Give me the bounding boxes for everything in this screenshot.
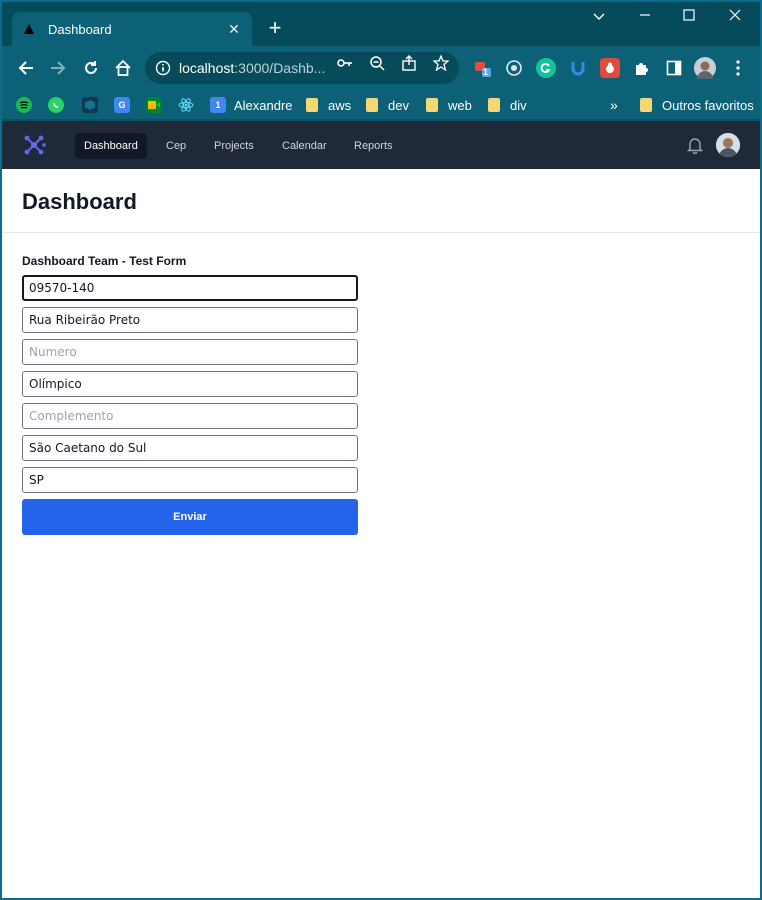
folder-icon <box>366 98 378 112</box>
react-icon <box>178 97 194 113</box>
zoom-icon[interactable] <box>368 54 386 72</box>
url-host: localhost <box>179 60 235 76</box>
folder-icon <box>640 98 652 112</box>
state-input[interactable] <box>22 467 358 493</box>
bug-extension-icon[interactable] <box>600 58 620 78</box>
bookmark-label: aws <box>328 97 352 113</box>
google-meet-icon <box>146 97 162 113</box>
page-viewport: Dashboard Cep Projects Calendar Reports … <box>2 121 760 898</box>
street-input[interactable] <box>22 307 358 333</box>
triangle-favicon-icon <box>22 22 36 36</box>
nav-calendar[interactable]: Calendar <box>273 133 336 159</box>
target-extension-icon[interactable] <box>504 58 524 78</box>
bookmark-meet[interactable] <box>146 95 170 115</box>
key-icon[interactable] <box>336 54 354 72</box>
tab-bar: Dashboard ✕ + <box>2 2 760 46</box>
grammarly-icon[interactable] <box>536 58 556 78</box>
nav-reports[interactable]: Reports <box>345 133 402 159</box>
cep-input[interactable] <box>22 275 358 301</box>
bookmarks-overflow-button[interactable]: » <box>610 95 618 115</box>
page-title: Dashboard <box>22 189 137 214</box>
bookmarks-bar: G 1 Alexandre aws dev web div » Outros f… <box>2 90 760 120</box>
nav-cep[interactable]: Cep <box>157 133 195 159</box>
folder-icon <box>488 98 500 112</box>
notifications-bell-icon[interactable] <box>686 136 704 155</box>
bookmark-react[interactable] <box>178 95 202 115</box>
side-panel-icon[interactable] <box>664 58 684 78</box>
bookmark-star-icon[interactable] <box>432 54 450 72</box>
profile-avatar-icon[interactable] <box>694 57 716 79</box>
bookmark-alexandre[interactable]: 1 Alexandre <box>210 95 293 115</box>
tab-title: Dashboard <box>48 21 112 37</box>
url-path: :3000/Dashb... <box>234 60 326 76</box>
bookmark-folder-web[interactable]: web <box>426 95 472 115</box>
extension-badge-count: 1 <box>483 67 489 77</box>
new-tab-icon[interactable]: + <box>264 16 286 40</box>
browser-window: Dashboard ✕ + localhost:3000/Dashb... 1… <box>0 0 762 900</box>
submit-button[interactable]: Enviar <box>22 499 358 535</box>
bookmark-folder-div[interactable]: div <box>488 95 527 115</box>
share-icon[interactable] <box>400 54 418 72</box>
nav-dashboard[interactable]: Dashboard <box>75 133 147 159</box>
city-input[interactable] <box>22 435 358 461</box>
reload-icon[interactable] <box>79 56 103 80</box>
bookmark-label: Outros favoritos <box>662 97 754 113</box>
bookmark-folder-dev[interactable]: dev <box>366 95 409 115</box>
google-translate-icon: G <box>114 97 130 113</box>
bookmark-translate[interactable]: G <box>114 95 138 115</box>
form-title: Dashboard Team - Test Form <box>22 254 187 268</box>
bookmark-cube[interactable] <box>82 95 106 115</box>
maximize-icon[interactable] <box>674 8 704 24</box>
neighborhood-input[interactable] <box>22 371 358 397</box>
folder-icon <box>306 98 318 112</box>
puzzle-extensions-icon[interactable] <box>632 58 652 78</box>
calendar-icon: 1 <box>210 97 226 113</box>
user-avatar[interactable] <box>716 133 740 157</box>
complement-input[interactable] <box>22 403 358 429</box>
tab-close-icon[interactable]: ✕ <box>226 21 242 38</box>
number-input[interactable] <box>22 339 358 365</box>
bookmark-label: web <box>448 97 472 113</box>
whatsapp-icon <box>48 97 64 113</box>
site-info-icon[interactable] <box>155 60 171 76</box>
bookmark-folder-aws[interactable]: aws <box>306 95 351 115</box>
page-header: Dashboard <box>2 169 760 233</box>
cube-icon <box>82 97 98 113</box>
bookmark-whatsapp[interactable] <box>48 95 72 115</box>
tab-search-icon[interactable] <box>584 8 614 24</box>
bookmark-spotify[interactable] <box>16 95 40 115</box>
forward-icon[interactable] <box>46 56 70 80</box>
app-logo-icon[interactable] <box>22 133 46 157</box>
bookmark-label: Alexandre <box>234 97 293 113</box>
close-window-icon[interactable] <box>720 8 750 24</box>
spotify-icon <box>16 97 32 113</box>
folder-icon <box>426 98 438 112</box>
home-icon[interactable] <box>111 56 135 80</box>
bookmark-folder-others[interactable]: Outros favoritos <box>640 95 754 115</box>
back-icon[interactable] <box>14 56 38 80</box>
nav-projects[interactable]: Projects <box>205 133 263 159</box>
app-navbar: Dashboard Cep Projects Calendar Reports <box>2 121 760 169</box>
browser-tab[interactable]: Dashboard ✕ <box>12 12 252 46</box>
menu-kebab-icon[interactable] <box>728 58 748 78</box>
bookmark-label: dev <box>388 97 409 113</box>
u-extension-icon[interactable] <box>568 58 588 78</box>
browser-toolbar: localhost:3000/Dashb... 1 <box>2 46 760 90</box>
extension-puzzle-badge-icon[interactable]: 1 <box>472 58 492 78</box>
bookmark-label: div <box>510 97 527 113</box>
minimize-icon[interactable] <box>630 8 660 24</box>
